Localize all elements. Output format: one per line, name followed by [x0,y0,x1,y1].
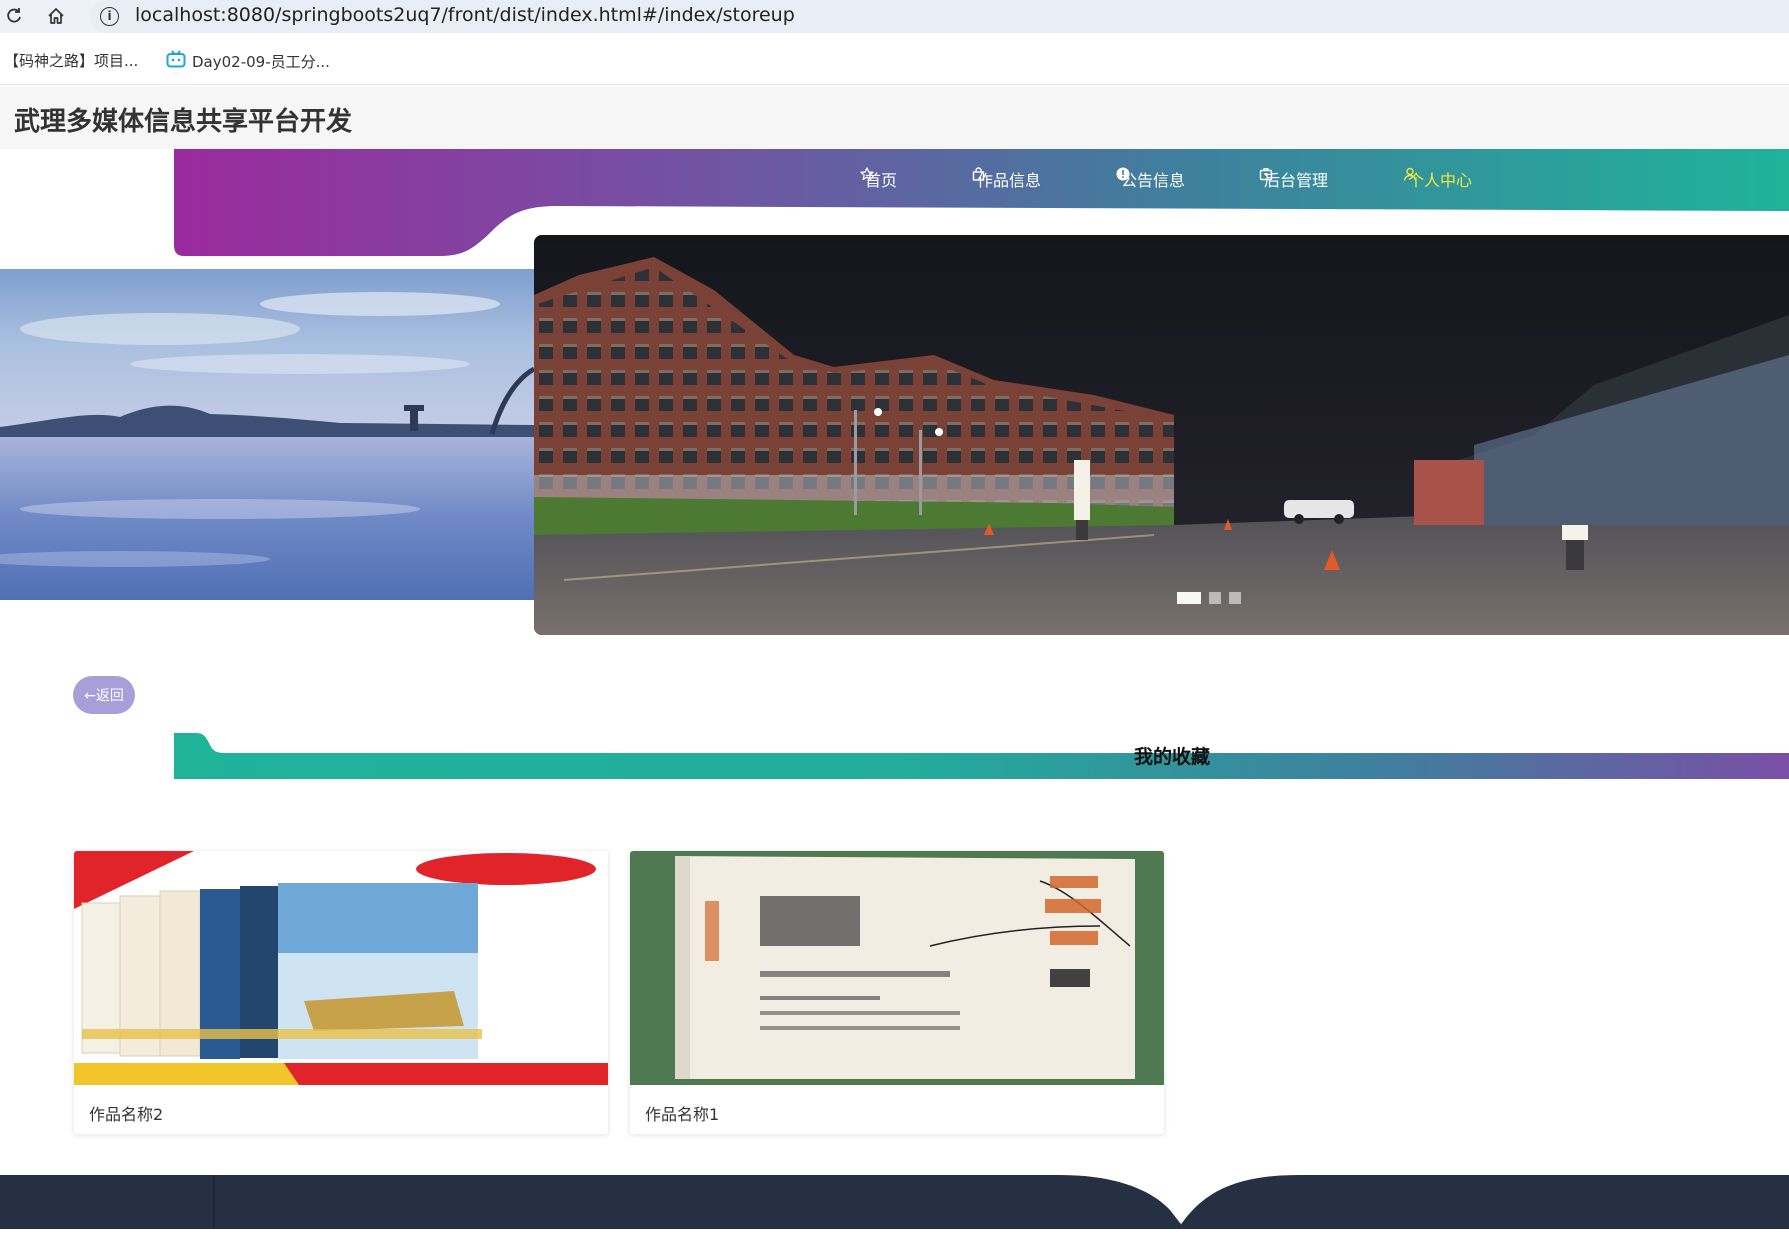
section-background [174,733,1789,779]
carousel-active-slide[interactable] [534,235,1789,635]
favorite-card[interactable]: 作品名称1 [630,851,1164,1134]
nav-label: 后台管理 [1264,171,1329,190]
book-cover-image [630,851,1164,1085]
reload-icon[interactable] [0,2,28,30]
site-header: 武理多媒体信息共享平台开发 [0,86,1789,149]
carousel-dot[interactable] [1209,592,1221,604]
nav-item-announcements[interactable]: 公告信息 [1116,167,1185,191]
favorite-card[interactable]: 作品名称2 [74,851,608,1134]
nav-item-admin[interactable]: 后台管理 [1259,167,1328,191]
footer [0,1175,1789,1229]
nav-item-profile[interactable]: 个人中心 [1403,167,1472,191]
back-button[interactable]: ←返回 [73,676,135,714]
url-text[interactable]: localhost:8080/springboots2uq7/front/dis… [135,4,795,26]
browser-toolbar: i localhost:8080/springboots2uq7/front/d… [0,0,1789,33]
site-title: 武理多媒体信息共享平台开发 [14,107,353,137]
section-header: 我的收藏 [174,733,1789,779]
nav-label: 作品信息 [977,171,1042,190]
bookmark-label: 【码神之路】项目... [4,52,139,70]
section-title: 我的收藏 [1134,746,1211,768]
nav-label: 个人中心 [1408,171,1473,190]
carousel-dot[interactable] [1229,592,1241,604]
carousel-indicators [1177,592,1241,604]
bilibili-icon [166,50,186,72]
bookmark-label: Day02-09-员工分... [192,52,330,71]
work-name: 作品名称2 [89,1105,164,1124]
carousel-prev-slide[interactable] [0,269,534,600]
nav-item-works[interactable]: 作品信息 [972,167,1041,191]
nav-item-home[interactable]: 首页 [860,167,897,191]
address-bar[interactable]: i localhost:8080/springboots2uq7/front/d… [90,0,1789,33]
bookmark-item[interactable]: 【码神之路】项目... [4,50,138,71]
main-nav: 首页 作品信息 公告信息 后台管理 个人中心 [174,149,1789,209]
home-icon[interactable] [42,2,70,30]
site-info-icon[interactable]: i [100,7,119,26]
nav-label: 公告信息 [1121,171,1186,190]
bookmarks-bar: 【码神之路】项目... Day02-09-员工分... [0,33,1789,85]
work-name: 作品名称1 [645,1105,720,1124]
bookmark-item[interactable]: Day02-09-员工分... [166,50,330,72]
carousel-dot[interactable] [1177,592,1201,604]
book-cover-image [74,851,608,1085]
